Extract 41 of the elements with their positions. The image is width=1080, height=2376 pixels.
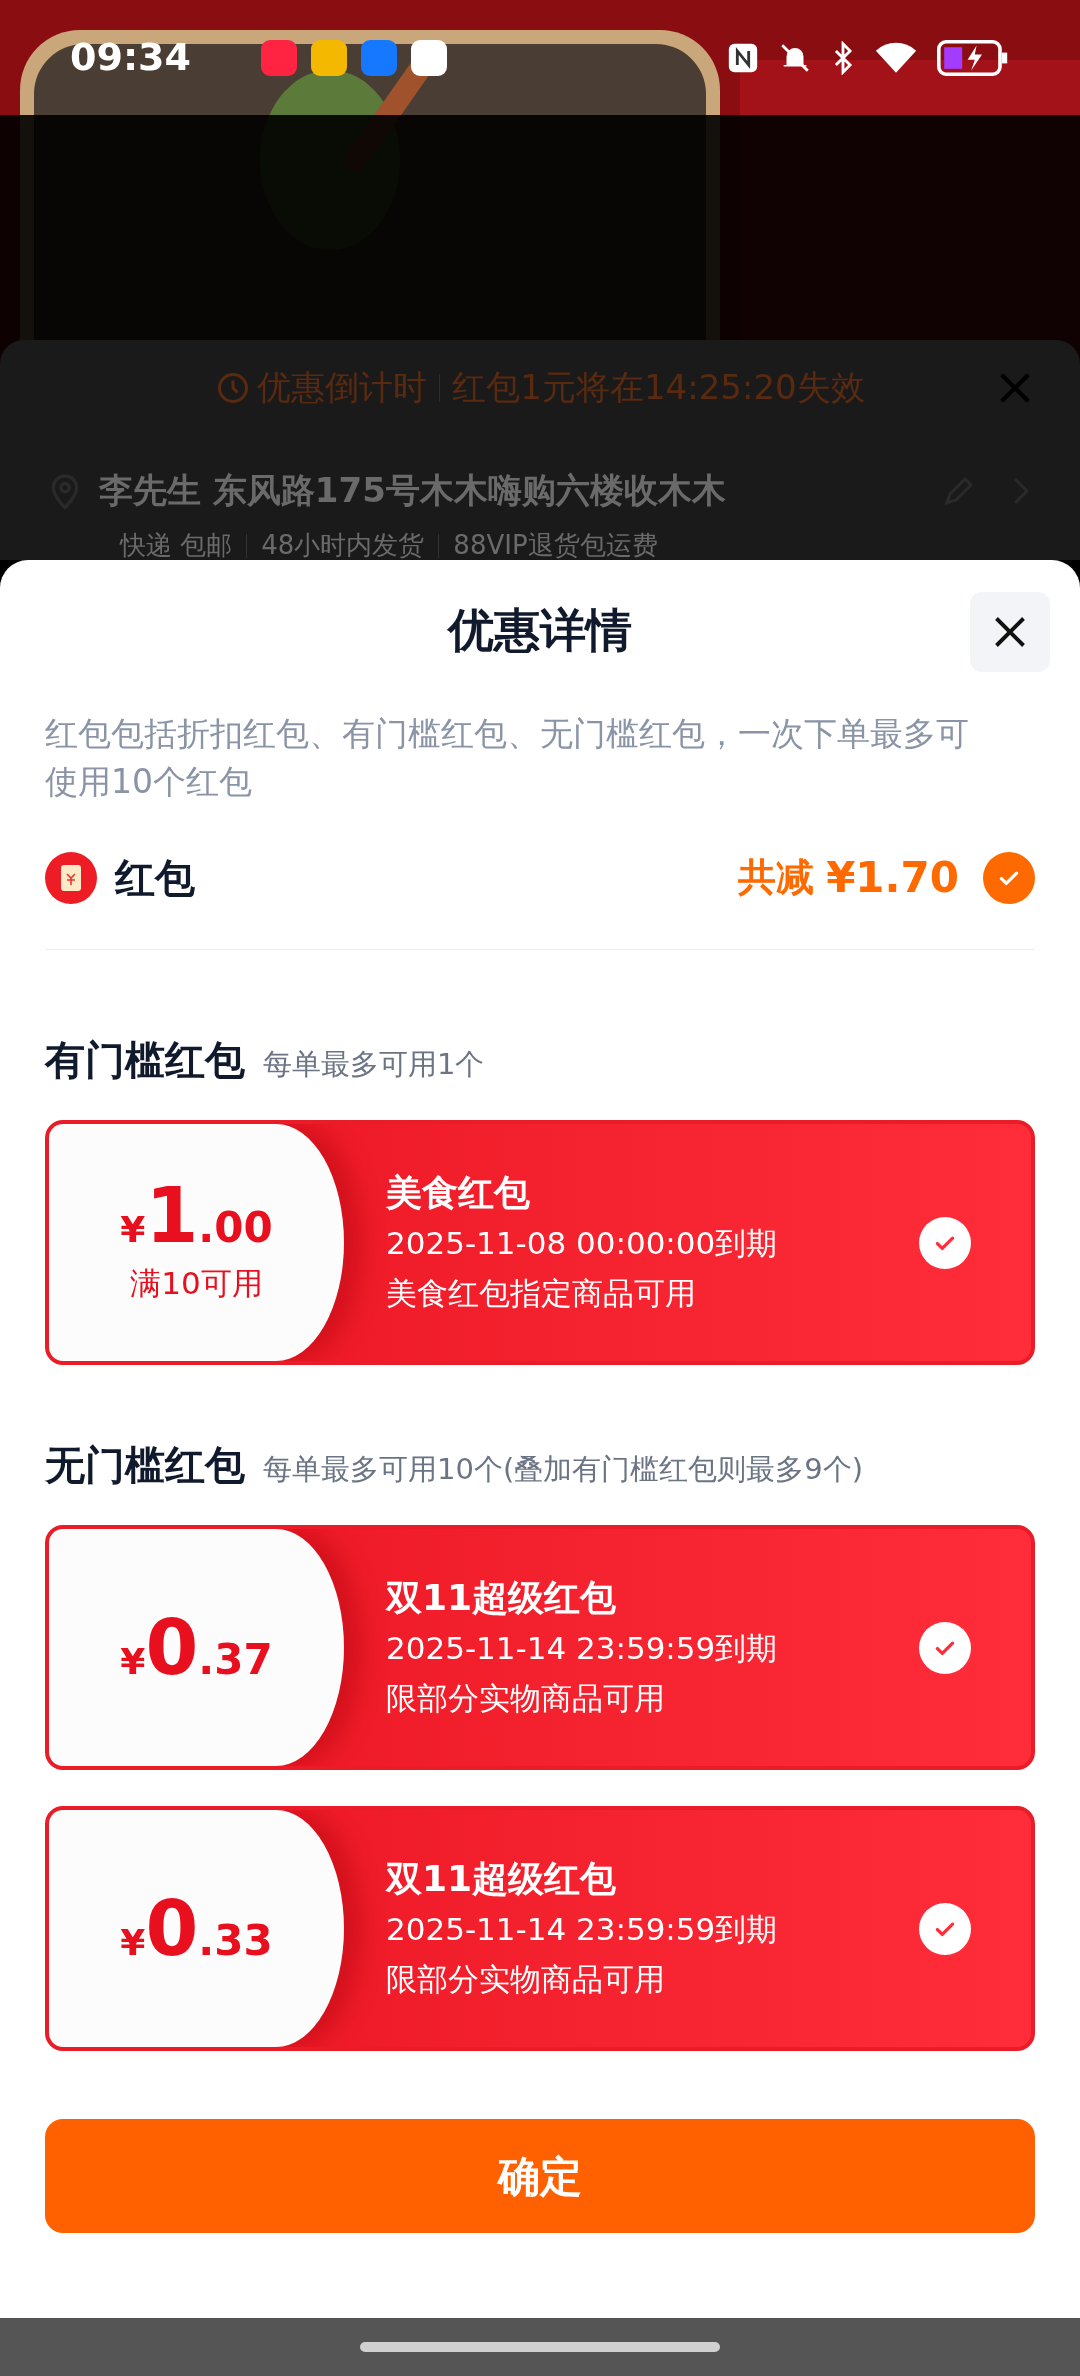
check-icon[interactable] <box>983 851 1035 904</box>
address-text: 李先生 东风路175号木木嗨购六楼收木木 <box>99 469 726 512</box>
countdown-text: 红包1元将在14:25:20失效 <box>452 366 865 409</box>
check-icon[interactable] <box>919 1621 971 1674</box>
coupon-amount: ¥0.37 <box>120 1609 273 1686</box>
summary-total: ¥1.70 <box>826 852 959 904</box>
coupon-condition: 满10可用 <box>130 1264 263 1304</box>
section-title: 无门槛红包 <box>45 1441 245 1490</box>
wifi-icon <box>874 40 918 75</box>
section-note: 每单最多可用1个 <box>263 1046 485 1083</box>
coupon-scope: 限部分实物商品可用 <box>386 1678 666 1718</box>
envelope-icon <box>45 851 97 904</box>
service-tag: 快递 包邮 <box>120 526 233 565</box>
sheet-title: 优惠详情 <box>448 601 632 659</box>
service-tag: 48小时内发货 <box>261 526 425 565</box>
coupon-expiry: 2025-11-08 00:00:00到期 <box>386 1223 779 1263</box>
coupon-card[interactable]: ¥0.33 双11超级红包 2025-11-14 23:59:59到期 限部分实物商品可用 <box>45 1806 1035 2051</box>
confirm-button[interactable]: 确定 <box>45 2119 1035 2233</box>
section-title: 有门槛红包 <box>45 1036 245 1085</box>
battery-icon <box>936 39 1010 76</box>
coupon-expiry: 2025-11-14 23:59:59到期 <box>386 1909 779 1949</box>
close-button[interactable] <box>970 592 1050 672</box>
coupon-card[interactable]: ¥0.37 双11超级红包 2025-11-14 23:59:59到期 限部分实物商品可用 <box>45 1525 1035 1770</box>
coupon-card[interactable]: ¥1.00 满10可用 美食红包 2025-11-08 00:00:00到期 美食红包指定商品可用 <box>45 1120 1035 1365</box>
coupon-amount: ¥0.33 <box>120 1890 273 1967</box>
coupon-scope: 美食红包指定商品可用 <box>386 1273 697 1313</box>
service-tag: 88VIP退货包运费 <box>453 526 658 565</box>
coupon-amount: ¥1.00 <box>120 1178 273 1255</box>
sheet-description: 红包包括折扣红包、有门槛红包、无门槛红包，一次下单最多可使用10个红包 <box>45 713 970 803</box>
coupon-expiry: 2025-11-14 23:59:59到期 <box>386 1628 779 1668</box>
coupon-name: 双11超级红包 <box>386 1856 618 1901</box>
summary-label: 红包 <box>115 853 195 903</box>
countdown-label: 优惠倒计时 <box>257 366 428 409</box>
status-time: 09:34 <box>70 34 191 81</box>
coupon-name: 双11超级红包 <box>386 1575 618 1620</box>
section-note: 每单最多可用10个(叠加有门槛红包则最多9个) <box>263 1451 863 1488</box>
check-icon[interactable] <box>919 1902 971 1955</box>
summary-total-label: 共减 <box>738 854 815 901</box>
coupon-scope: 限部分实物商品可用 <box>386 1959 666 1999</box>
coupon-name: 美食红包 <box>386 1170 531 1215</box>
check-icon[interactable] <box>919 1216 971 1269</box>
